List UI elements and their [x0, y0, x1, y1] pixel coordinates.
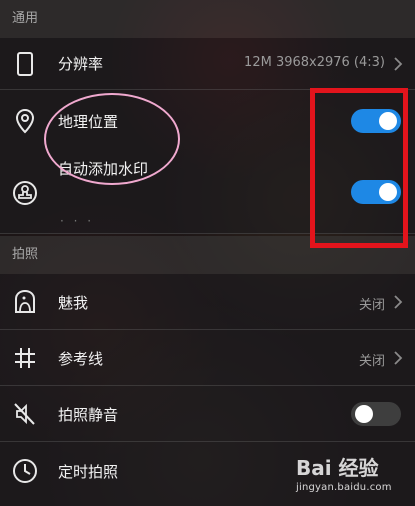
more-indicator: · · ·: [60, 214, 95, 228]
clock-icon: [12, 458, 38, 484]
gridlines-label: 参考线: [58, 350, 104, 368]
watermark-url: jingyan.baidu.com: [296, 482, 392, 493]
phone-icon: [12, 51, 38, 77]
setting-row-resolution[interactable]: 分辨率 12M 3968x2976 (4:3): [0, 38, 415, 90]
grid-hash-icon: [12, 345, 38, 371]
setting-row-beauty[interactable]: 魅我 关闭: [0, 274, 415, 330]
stamp-icon: [12, 180, 38, 206]
camera-settings-screen: 通用 分辨率 12M 3968x2976 (4:3) 地理位置 自动添加水印 ·…: [0, 0, 415, 506]
chevron-right-icon: [393, 350, 403, 366]
setting-row-gridlines[interactable]: 参考线 关闭: [0, 330, 415, 386]
chevron-right-icon: [393, 56, 403, 72]
watermark-brand-text: Bai 经验: [296, 456, 379, 480]
resolution-value: 12M 3968x2976 (4:3): [244, 55, 385, 70]
beauty-value: 关闭: [358, 298, 385, 313]
gridlines-value: 关闭: [358, 354, 385, 369]
watermark-brand: Bai 经验: [296, 452, 392, 481]
mute-label: 拍照静音: [58, 406, 119, 424]
pink-ellipse-annotation: [44, 93, 180, 185]
red-box-annotation: [310, 88, 408, 248]
resolution-label: 分辨率: [58, 55, 104, 73]
setting-row-mute[interactable]: 拍照静音: [0, 386, 415, 442]
speaker-muted-icon: [12, 401, 38, 427]
beauty-label: 魅我: [58, 294, 89, 312]
section-header-general: 通用: [0, 0, 415, 38]
face-beauty-icon: [12, 289, 38, 315]
chevron-right-icon: [393, 294, 403, 310]
mute-toggle[interactable]: [351, 402, 401, 426]
location-pin-icon: [12, 108, 38, 134]
toggle-knob: [355, 405, 373, 423]
baidu-jingyan-watermark: Bai 经验 jingyan.baidu.com: [296, 452, 392, 493]
timer-label: 定时拍照: [58, 463, 119, 481]
